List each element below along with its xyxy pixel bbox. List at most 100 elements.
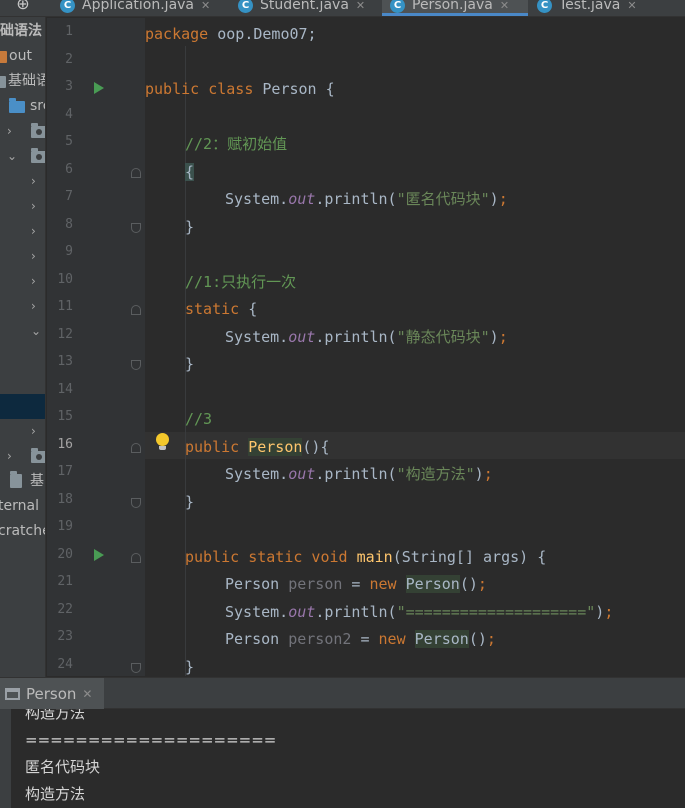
tree-item-scratches[interactable]: cratche — [0, 519, 45, 544]
code-line: public static void main(String[] args) { — [185, 548, 547, 566]
line-number: 17 — [57, 464, 73, 479]
code-comment: //2：赋初始值 — [185, 135, 288, 153]
code-line: } — [185, 493, 195, 511]
close-icon[interactable]: ✕ — [627, 0, 636, 12]
code-line: public Person(){ — [185, 438, 330, 456]
tree-package-row[interactable]: › — [0, 444, 45, 469]
code-editor[interactable]: 1 2 3 4 5 6 7 8 9 10 11 12 13 14 15 16 1… — [47, 18, 685, 676]
tree-item-library[interactable]: 基 — [0, 469, 45, 494]
code-line: static { — [185, 300, 258, 318]
chevron-right-icon[interactable]: › — [7, 119, 17, 144]
tree-child-row[interactable]: › — [0, 244, 45, 269]
line-number: 2 — [65, 52, 73, 67]
code-line: System.out.println("静态代码块"); — [225, 328, 508, 346]
line-number: 15 — [57, 409, 73, 424]
fold-marker-icon[interactable] — [131, 360, 141, 370]
line-number: 14 — [57, 382, 73, 397]
tree-child-row[interactable]: › — [0, 169, 45, 194]
tab-person-java[interactable]: C Person.java ✕ — [382, 0, 528, 16]
chevron-right-icon[interactable]: › — [31, 169, 41, 194]
fold-marker-icon[interactable] — [131, 305, 141, 315]
close-icon[interactable]: ✕ — [500, 0, 509, 12]
lightbulb-icon[interactable] — [155, 433, 169, 451]
code-line: } — [185, 355, 195, 373]
line-number: 4 — [65, 107, 73, 122]
tab-test-java[interactable]: C Test.java ✕ — [537, 0, 685, 16]
tree-item-external-libraries[interactable]: ternal — [0, 494, 45, 519]
code-line: Person person = new Person(); — [225, 575, 487, 593]
class-icon: C — [537, 0, 552, 13]
tree-item-label: src — [30, 98, 45, 114]
tree-item-module[interactable]: 础语法 — [0, 19, 45, 44]
tree-child-row[interactable]: ⌄ — [0, 319, 45, 344]
line-number: 22 — [57, 602, 73, 617]
chevron-right-icon[interactable]: › — [31, 219, 41, 244]
tree-item-label: cratche — [0, 523, 45, 539]
tree-item-label: 基础语 — [8, 73, 46, 89]
tree-package-row[interactable]: › — [0, 119, 45, 144]
line-number: 6 — [65, 162, 73, 177]
code-line: System.out.println("构造方法"); — [225, 465, 493, 483]
chevron-down-icon[interactable]: ⌄ — [31, 319, 41, 344]
tree-child-row[interactable]: › — [0, 219, 45, 244]
close-icon[interactable]: ✕ — [356, 0, 365, 12]
close-icon[interactable]: ✕ — [201, 0, 210, 12]
fold-marker-icon[interactable] — [131, 223, 141, 233]
code-comment: //1:只执行一次 — [185, 273, 297, 291]
run-class-icon[interactable] — [94, 82, 104, 94]
tree-child-row[interactable]: › — [0, 194, 45, 219]
line-number: 23 — [57, 629, 73, 644]
tree-item-label: 础语法 — [0, 23, 42, 39]
package-icon — [31, 123, 45, 138]
folder-icon — [0, 51, 7, 63]
tree-package-row[interactable]: ⌄ — [0, 144, 45, 169]
run-tab-person[interactable]: Person ✕ — [0, 678, 104, 709]
line-number: 9 — [65, 244, 73, 259]
tree-item-basic[interactable]: 基础语 — [0, 69, 46, 94]
tree-item-out[interactable]: out — [0, 44, 45, 69]
fold-marker-icon[interactable] — [131, 498, 141, 508]
line-number: 24 — [57, 657, 73, 672]
fold-marker-icon[interactable] — [131, 663, 141, 673]
package-icon — [31, 148, 45, 163]
code-line: public class Person { — [145, 80, 335, 98]
code-line: Person person2 = new Person(); — [225, 630, 496, 648]
tab-label: Person.java — [412, 0, 493, 13]
line-number: 19 — [57, 519, 73, 534]
tree-item-src[interactable]: src — [0, 94, 45, 119]
line-number: 5 — [65, 134, 73, 149]
code-line: System.out.println("====================… — [225, 603, 614, 621]
fold-marker-icon[interactable] — [131, 443, 141, 453]
tab-student-java[interactable]: C Student.java ✕ — [238, 0, 380, 16]
line-number: 16 — [57, 437, 73, 452]
run-main-icon[interactable] — [94, 549, 104, 561]
tab-application-java[interactable]: C Application.java ✕ — [60, 0, 230, 16]
code-line: package oop.Demo07; — [145, 25, 317, 43]
chevron-right-icon[interactable]: › — [31, 244, 41, 269]
code-line: } — [185, 658, 195, 676]
selected-tree-row[interactable] — [0, 394, 45, 419]
chevron-right-icon[interactable]: › — [7, 444, 17, 469]
chevron-right-icon[interactable]: › — [31, 294, 41, 319]
locate-file-icon[interactable]: ⊕ — [12, 0, 34, 14]
line-number: 13 — [57, 354, 73, 369]
tree-item-label: out — [9, 48, 32, 64]
tree-child-row[interactable]: › — [0, 294, 45, 319]
console-line: 匿名代码块 — [25, 758, 101, 776]
close-icon[interactable]: ✕ — [82, 687, 92, 701]
chevron-down-icon[interactable]: ⌄ — [7, 144, 17, 169]
chevron-right-icon[interactable]: › — [31, 419, 41, 444]
tree-item-label: ternal — [0, 498, 39, 514]
fold-marker-icon[interactable] — [131, 553, 141, 563]
chevron-right-icon[interactable]: › — [31, 269, 41, 294]
code-line: { — [185, 163, 195, 181]
line-number: 1 — [65, 24, 73, 39]
class-icon: C — [60, 0, 75, 13]
tree-child-row[interactable]: › — [0, 269, 45, 294]
fold-marker-icon[interactable] — [131, 168, 141, 178]
console-line: ==================== — [25, 731, 277, 749]
console-icon — [5, 687, 20, 700]
tree-package-row[interactable]: › — [0, 419, 45, 444]
console-output[interactable]: 构造方法 ==================== 匿名代码块 构造方法 — [25, 709, 675, 808]
chevron-right-icon[interactable]: › — [31, 194, 41, 219]
